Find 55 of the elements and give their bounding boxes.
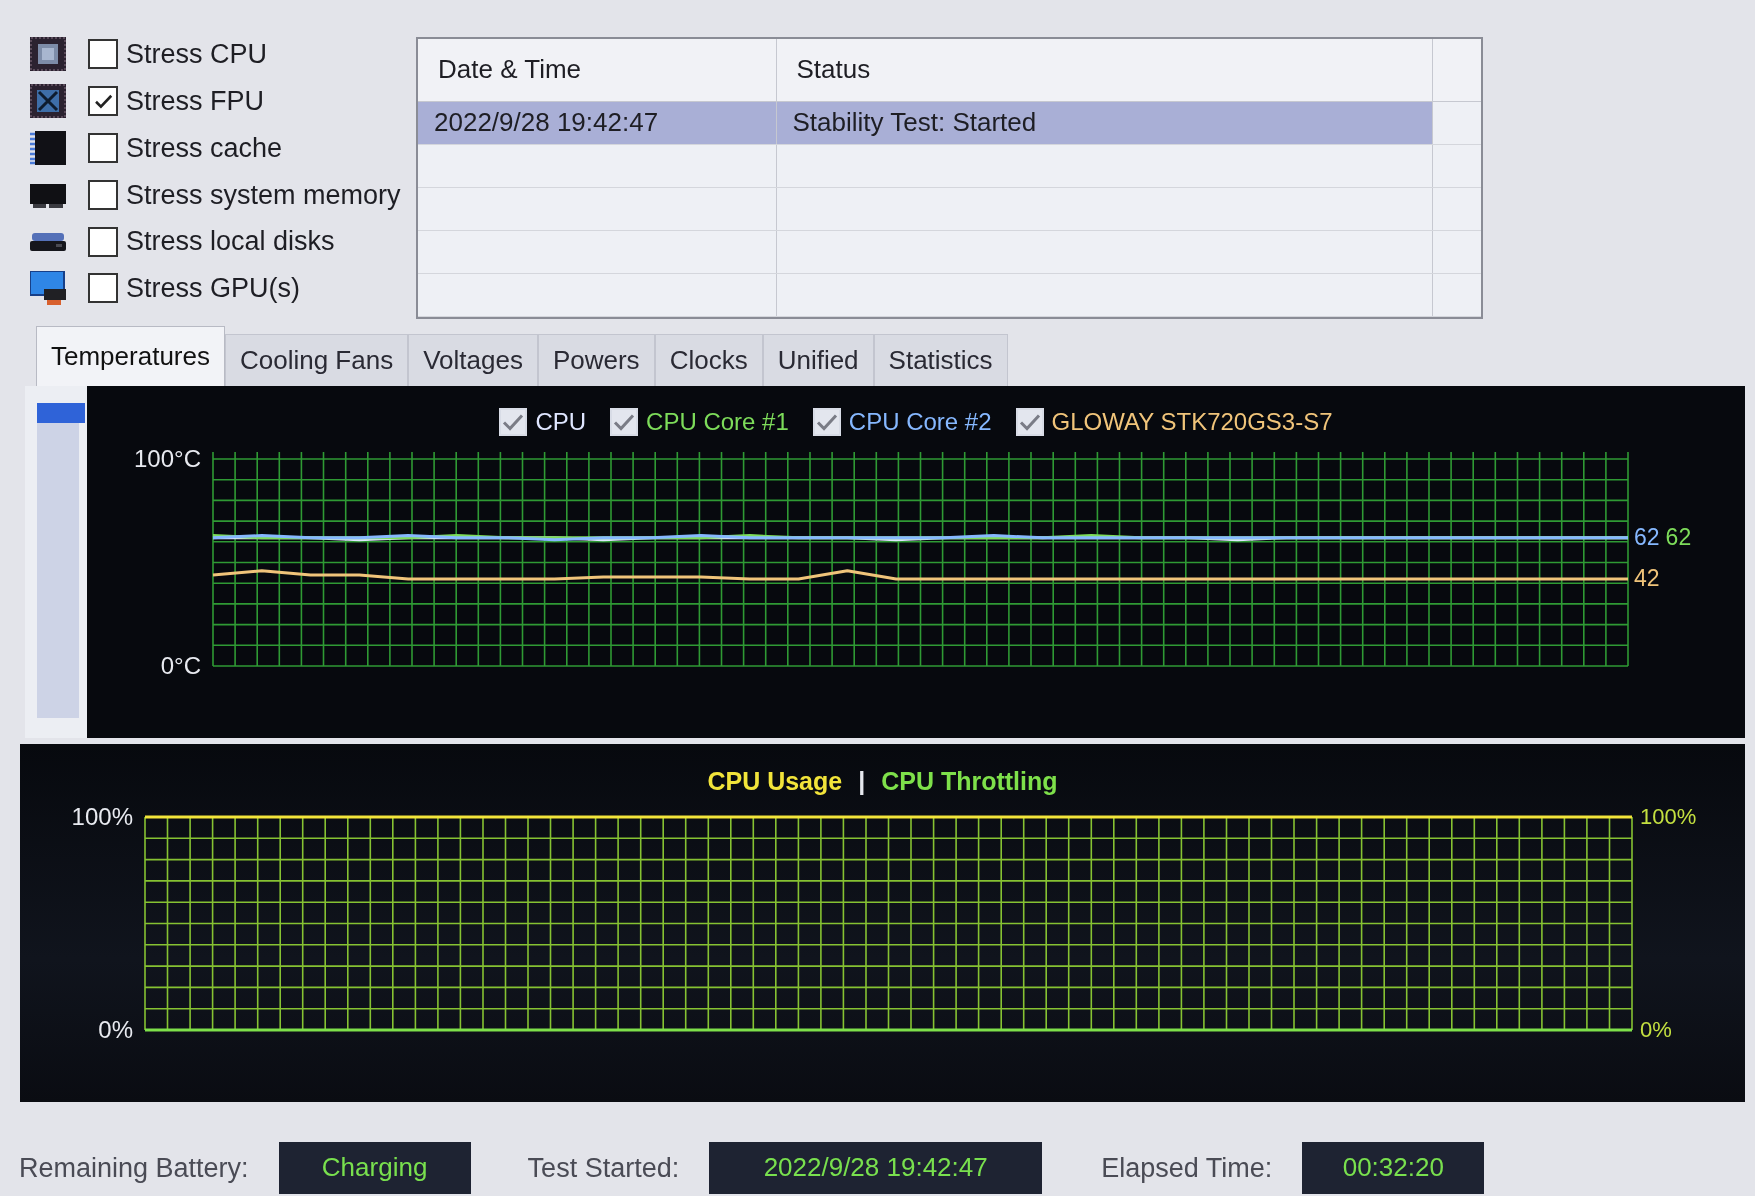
checkbox[interactable] — [88, 179, 118, 210]
checkbox-label[interactable]: Stress cache — [126, 131, 283, 165]
status-value: Charging — [278, 1142, 471, 1194]
legend-label[interactable]: CPU — [535, 408, 587, 437]
checkbox-label[interactable]: Stress CPU — [126, 38, 268, 71]
legend-label[interactable]: CPU Core #2 — [848, 408, 992, 437]
tab[interactable]: Statistics — [873, 334, 1008, 386]
column-header[interactable]: Date & Time — [418, 39, 776, 101]
chip-icon — [30, 131, 66, 165]
legend-checkbox[interactable] — [610, 408, 639, 437]
column-header[interactable]: Status — [776, 39, 1432, 101]
legend-label[interactable]: GLOWAY STK720GS3-S7 — [1051, 408, 1333, 437]
checkbox-label[interactable]: Stress local disks — [126, 225, 335, 258]
status-label: Test Started: — [527, 1151, 680, 1185]
checkbox[interactable] — [88, 226, 118, 257]
checkbox-label[interactable]: Stress FPU — [126, 85, 265, 118]
legend-checkbox[interactable] — [812, 408, 841, 437]
tab[interactable]: Temperatures — [36, 326, 225, 386]
legend-label[interactable]: CPU Usage — [707, 766, 843, 796]
table-row[interactable]: 2022/9/28 19:42:47 Stability Test: Started — [418, 101, 1481, 144]
axis-label: 0% — [98, 1016, 133, 1044]
legend-label[interactable]: CPU Throttling — [881, 766, 1058, 796]
legend-label[interactable]: CPU Core #1 — [646, 408, 789, 437]
scroll-thumb[interactable] — [37, 403, 85, 423]
axis-label: 100% — [71, 803, 133, 831]
value-readout: 62 — [1634, 523, 1660, 552]
legend-separator: | — [858, 766, 866, 796]
table-cell: Stability Test: Started — [776, 101, 1432, 144]
tab[interactable]: Powers — [537, 334, 655, 386]
status-label: Elapsed Time: — [1101, 1151, 1273, 1185]
status-value: 2022/9/28 19:42:47 — [709, 1142, 1043, 1194]
chip-icon — [30, 84, 66, 119]
tab[interactable]: Clocks — [654, 334, 763, 386]
tab[interactable]: Voltages — [408, 334, 538, 386]
axis-label: 100°C — [134, 445, 201, 473]
tab[interactable]: Unified — [762, 334, 874, 386]
status-value: 00:32:20 — [1302, 1142, 1485, 1194]
status-label: Remaining Battery: — [19, 1151, 249, 1185]
axis-label: 0°C — [160, 652, 201, 680]
checkbox[interactable] — [88, 39, 118, 70]
axis-label: 100% — [1640, 804, 1697, 830]
chip-icon — [30, 37, 66, 72]
checkbox[interactable] — [88, 273, 118, 304]
monitor-icon — [30, 271, 66, 306]
value-readout: 42 — [1634, 565, 1660, 593]
legend-checkbox[interactable] — [499, 408, 528, 437]
legend-checkbox[interactable] — [1015, 408, 1044, 437]
value-readout: 62 — [1665, 523, 1692, 552]
checkbox[interactable] — [88, 133, 118, 163]
checkbox-label[interactable]: Stress GPU(s) — [126, 272, 300, 305]
checkbox-label[interactable]: Stress system memory — [126, 178, 401, 211]
table-cell: 2022/9/28 19:42:47 — [418, 101, 776, 144]
checkbox[interactable] — [88, 86, 118, 117]
axis-label: 0% — [1640, 1017, 1672, 1043]
tab[interactable]: Cooling Fans — [224, 334, 409, 386]
